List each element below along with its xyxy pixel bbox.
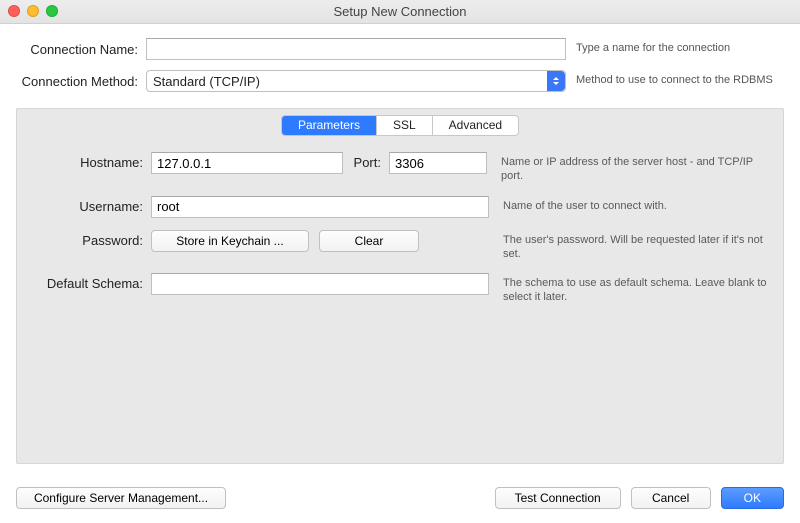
port-label: Port: [343,152,389,170]
connection-name-input[interactable] [146,38,566,60]
chevron-up-icon [553,77,559,80]
titlebar: Setup New Connection [0,0,800,24]
tab-parameters[interactable]: Parameters [282,116,377,135]
hostname-input[interactable] [151,152,343,174]
username-hint: Name of the user to connect with. [489,196,769,213]
window-title: Setup New Connection [334,4,467,19]
dropdown-stepper-icon [547,71,565,91]
default-schema-input[interactable] [151,273,489,295]
dialog-footer: Configure Server Management... Test Conn… [16,487,784,509]
tab-advanced[interactable]: Advanced [433,116,518,135]
connection-method-label: Connection Method: [18,74,146,89]
clear-password-button[interactable]: Clear [319,230,419,252]
close-icon[interactable] [8,5,20,17]
username-label: Username: [31,196,151,214]
connection-name-label: Connection Name: [18,42,146,57]
hostname-hint: Name or IP address of the server host - … [487,152,769,184]
parameters-form: Hostname: Port: Name or IP address of th… [17,152,783,305]
panel-tabs: Parameters SSL Advanced [17,115,783,136]
password-label: Password: [31,230,151,248]
store-in-keychain-button[interactable]: Store in Keychain ... [151,230,309,252]
cancel-button[interactable]: Cancel [631,487,711,509]
configure-server-management-button[interactable]: Configure Server Management... [16,487,226,509]
connection-method-hint: Method to use to connect to the RDBMS [566,74,773,88]
minimize-icon[interactable] [27,5,39,17]
password-hint: The user's password. Will be requested l… [489,230,769,262]
ok-button[interactable]: OK [721,487,784,509]
hostname-label: Hostname: [31,152,151,170]
traffic-lights [8,5,58,17]
default-schema-hint: The schema to use as default schema. Lea… [489,273,769,305]
connection-name-hint: Type a name for the connection [566,42,730,56]
connection-method-select[interactable]: Standard (TCP/IP) [146,70,566,92]
default-schema-label: Default Schema: [31,273,151,291]
test-connection-button[interactable]: Test Connection [495,487,621,509]
connection-method-value: Standard (TCP/IP) [153,74,260,89]
tab-ssl[interactable]: SSL [377,116,433,135]
segmented-control: Parameters SSL Advanced [281,115,519,136]
connection-header: Connection Name: Type a name for the con… [0,24,800,108]
username-input[interactable] [151,196,489,218]
port-input[interactable] [389,152,487,174]
chevron-down-icon [553,82,559,85]
parameters-panel: Parameters SSL Advanced Hostname: Port: … [16,108,784,464]
zoom-icon[interactable] [46,5,58,17]
